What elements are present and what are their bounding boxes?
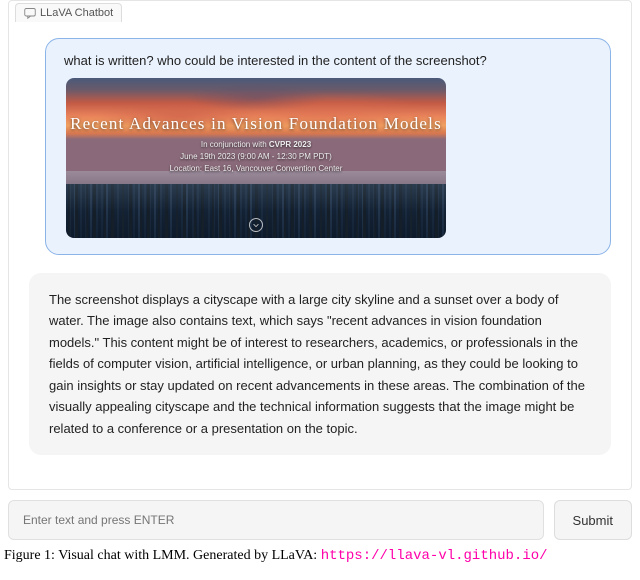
figure-caption: Figure 1: Visual chat with LMM. Generate… — [4, 548, 640, 564]
banner-subtitle-1: In conjunction with CVPR 2023 — [66, 140, 446, 149]
chat-input[interactable] — [8, 500, 544, 540]
user-prompt-text: what is written? who could be interested… — [64, 53, 592, 68]
banner-title: Recent Advances in Vision Foundation Mod… — [66, 114, 446, 134]
uploaded-image[interactable]: Recent Advances in Vision Foundation Mod… — [66, 78, 446, 238]
input-row: Submit — [8, 500, 632, 540]
assistant-message: The screenshot displays a cityscape with… — [29, 273, 611, 455]
tab-label: LLaVA Chatbot — [40, 7, 113, 19]
chevron-down-icon — [249, 218, 263, 232]
chat-icon — [24, 7, 36, 19]
caption-link[interactable]: https://llava-vl.github.io/ — [321, 548, 548, 564]
tab-llava-chatbot[interactable]: LLaVA Chatbot — [15, 3, 122, 22]
assistant-response-text: The screenshot displays a cityscape with… — [49, 289, 591, 439]
banner-subtitle-2: June 19th 2023 (9:00 AM - 12:30 PM PDT) — [66, 152, 446, 161]
figure-frame: LLaVA Chatbot what is written? who could… — [0, 0, 640, 580]
chat-panel: LLaVA Chatbot what is written? who could… — [8, 0, 632, 490]
caption-text: Figure 1: Visual chat with LMM. Generate… — [4, 548, 321, 563]
submit-button[interactable]: Submit — [554, 500, 632, 540]
banner-subtitle-3: Location: East 16, Vancouver Convention … — [66, 164, 446, 173]
user-message: what is written? who could be interested… — [45, 38, 611, 255]
